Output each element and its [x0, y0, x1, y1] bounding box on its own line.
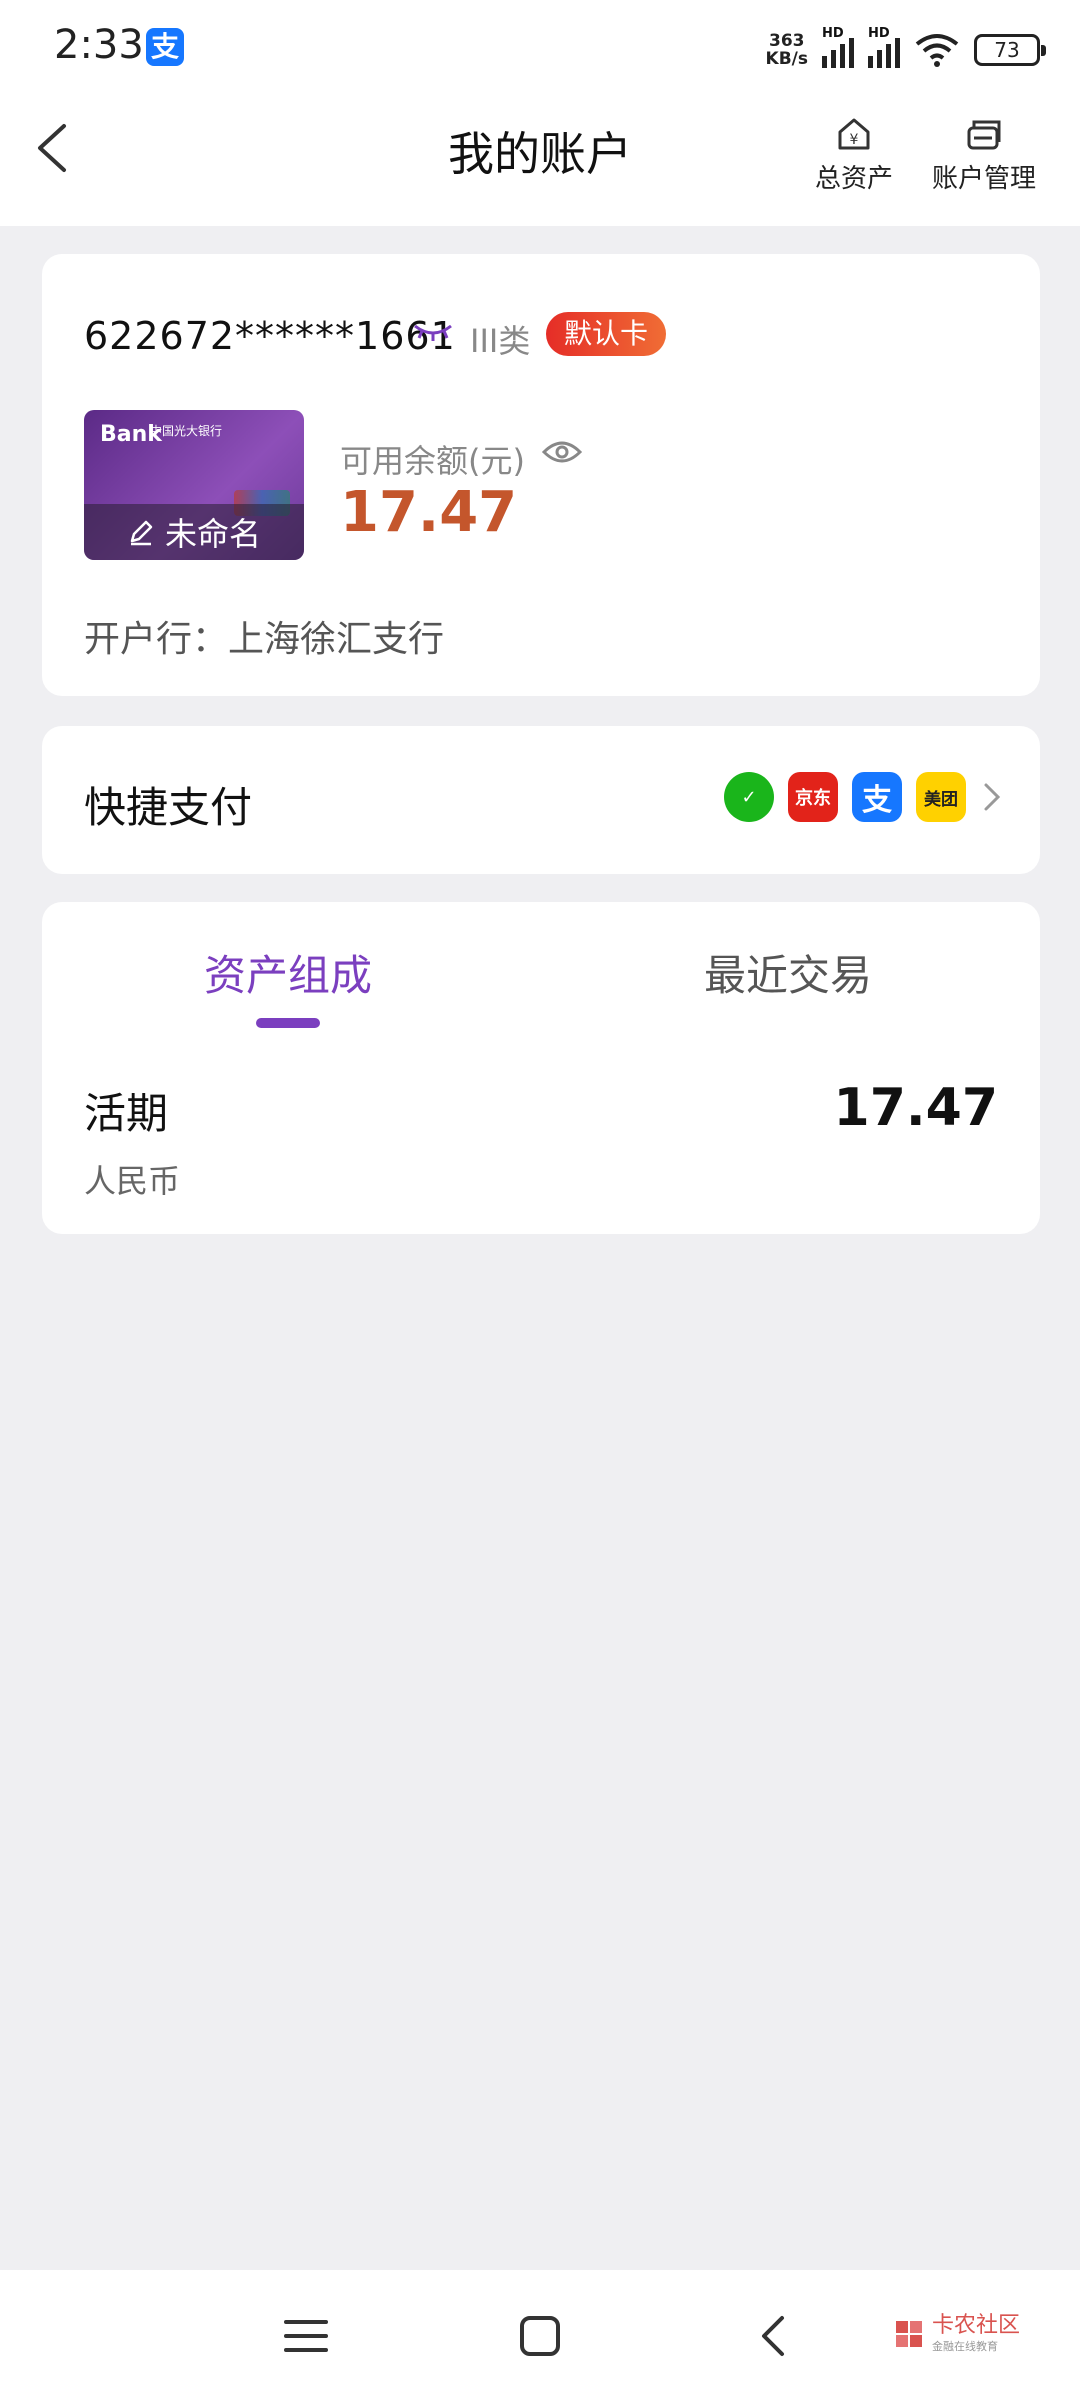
system-nav-bar: 卡农社区 金融在线教育: [0, 2270, 1080, 2400]
chevron-right-icon: [984, 783, 1001, 811]
tab-recent-transactions[interactable]: 最近交易: [638, 942, 938, 1003]
wechat-pay-icon: ✓: [724, 772, 774, 822]
asset-value: 17.47: [833, 1078, 998, 1138]
default-card-badge: 默认卡: [546, 312, 667, 356]
bank-name: 中国光大银行: [150, 424, 223, 438]
account-manage-label: 账户管理: [931, 164, 1036, 194]
status-bar: 2:33 支 363 KB/s HD HD 73: [0, 0, 1080, 100]
network-speed: 363 KB/s: [766, 32, 808, 68]
bank-card-image[interactable]: Bank 中国光大银行 未命名: [84, 410, 304, 560]
status-indicators: 363 KB/s HD HD 73: [766, 26, 1046, 72]
total-assets-label: 总资产: [814, 164, 893, 194]
page-header: 我的账户 ¥ 总资产 账户管理: [0, 100, 1080, 226]
battery-icon: 73: [974, 34, 1046, 66]
watermark: 卡农社区 金融在线教育: [894, 2314, 1020, 2354]
alipay-notification-icon: 支: [146, 28, 184, 66]
account-class: III类: [470, 322, 531, 360]
total-assets-button[interactable]: ¥ 总资产: [784, 114, 924, 195]
network-speed-unit: KB/s: [765, 49, 808, 69]
eye-icon[interactable]: [542, 438, 582, 466]
status-time: 2:33: [54, 22, 144, 68]
asset-currency: 人民币: [84, 1162, 181, 1200]
menu-icon[interactable]: [276, 2306, 336, 2366]
quick-pay-icons: ✓ 京东 支 美团: [724, 772, 1004, 822]
meituan-pay-icon: 美团: [916, 772, 966, 822]
watermark-subtitle: 金融在线教育: [931, 2340, 998, 2353]
card-manage-icon: [967, 120, 1001, 150]
tab-asset-composition[interactable]: 资产组成: [138, 942, 438, 1003]
signal-hd-label: HD: [822, 26, 844, 41]
quick-pay-label: 快捷支付: [84, 783, 253, 832]
nav-back-icon[interactable]: [744, 2306, 804, 2366]
card-name: 未命名: [164, 515, 261, 553]
svg-text:¥: ¥: [850, 132, 859, 148]
jd-pay-icon: 京东: [788, 772, 838, 822]
watermark-logo-icon: [895, 2321, 922, 2347]
signal-hd-label-2: HD: [868, 26, 890, 41]
signal-icon: HD: [822, 26, 854, 68]
watermark-title: 卡农社区: [931, 2313, 1020, 2338]
alipay-icon: 支: [852, 772, 902, 822]
asset-name: 活期: [84, 1089, 169, 1138]
wifi-icon: [915, 34, 959, 67]
pencil-icon: [130, 520, 153, 546]
network-speed-value: 363: [769, 31, 805, 51]
account-card: 622672******1661 III类 默认卡 Bank 中国光大银行 未命…: [42, 254, 1040, 696]
assets-panel: 资产组成 最近交易 活期 人民币 17.47: [42, 902, 1040, 1234]
account-manage-button[interactable]: 账户管理: [914, 114, 1054, 195]
balance-label: 可用余额(元): [340, 442, 525, 480]
account-number: 622672******1661: [84, 314, 456, 358]
quick-pay-row[interactable]: 快捷支付 ✓ 京东 支 美团: [42, 726, 1040, 874]
house-yen-icon: ¥: [838, 118, 870, 150]
eye-closed-icon[interactable]: [412, 318, 454, 346]
rename-card-button[interactable]: 未命名: [84, 504, 304, 560]
account-branch: 开户行：上海徐汇支行: [84, 619, 445, 660]
home-icon[interactable]: [510, 2306, 570, 2366]
signal-icon-2: HD: [868, 26, 900, 68]
balance-value: 17.47: [340, 480, 518, 545]
tab-indicator: [256, 1018, 320, 1028]
